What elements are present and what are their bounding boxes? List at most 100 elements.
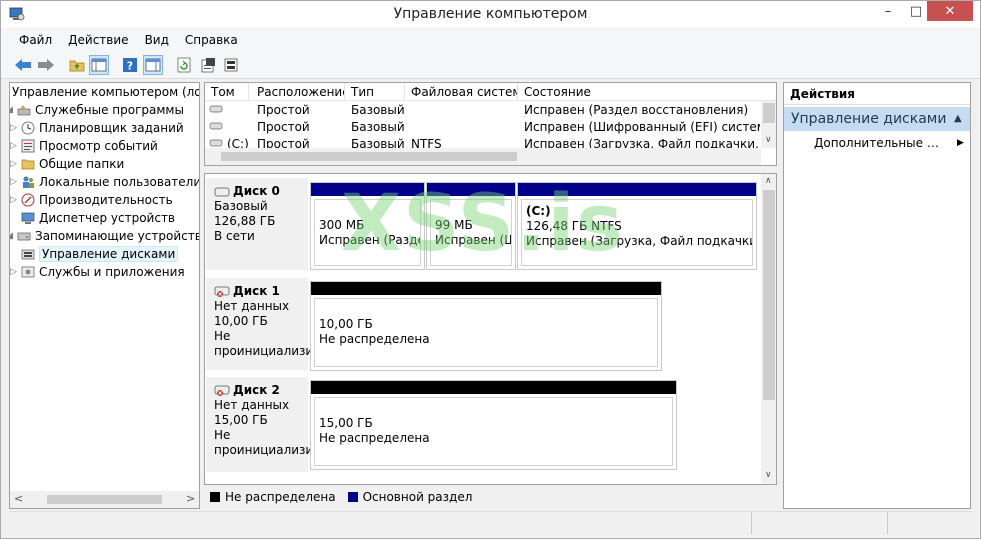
tree-horizontal-scrollbar[interactable]: < >	[10, 491, 199, 508]
uninitialized-disk-icon	[214, 385, 230, 396]
volume-list-horizontal-scrollbar[interactable]	[205, 148, 761, 165]
tree-item-shared-folders[interactable]: ▷ Общие папки	[10, 155, 124, 173]
partition-status: Не распределена	[319, 332, 430, 346]
properties-icon[interactable]	[198, 55, 218, 75]
menu-file[interactable]: Файл	[11, 33, 60, 47]
help-icon[interactable]: ?	[120, 55, 140, 75]
unallocated-partition[interactable]: 10,00 ГБ Не распределена	[310, 281, 662, 371]
actions-group-disk-management[interactable]: Управление дисками ▲	[784, 107, 970, 131]
disk-management-icon	[20, 246, 36, 262]
expand-arrow-icon[interactable]: ▷	[10, 141, 20, 151]
disk-name: Диск 2	[214, 383, 300, 398]
expand-arrow-icon[interactable]: ▷	[10, 267, 20, 277]
more-actions-label: Дополнительные действия	[814, 136, 942, 150]
volume-row[interactable]: Простой Базовый Исправен (Раздел восстан…	[205, 102, 776, 119]
tools-icon	[16, 102, 32, 118]
show-hide-action-pane-icon[interactable]	[143, 55, 163, 75]
disk-0-label[interactable]: Диск 0 Базовый 126,88 ГБ В сети	[206, 178, 308, 270]
collapse-arrow-icon[interactable]: ◢	[10, 231, 16, 241]
computer-management-window: Управление компьютером – □ ✕ Файл Действ…	[0, 0, 981, 539]
scroll-thumb[interactable]	[763, 103, 775, 123]
storage-icon	[16, 228, 32, 244]
disk-2-label[interactable]: Диск 2 Нет данных 15,00 ГБ Не проинициал…	[206, 377, 351, 472]
minimize-button[interactable]: –	[874, 1, 902, 21]
disk-icon	[214, 187, 230, 196]
volume-list-vertical-scrollbar[interactable]: ∨	[761, 101, 776, 148]
menu-view[interactable]: Вид	[137, 33, 177, 47]
tree-item-disk-management[interactable]: Управление дисками	[20, 245, 179, 263]
svg-text:?: ?	[127, 60, 133, 73]
expand-arrow-icon[interactable]: ▷	[10, 159, 20, 169]
tree-item-performance[interactable]: ▷ Производительность	[10, 191, 173, 209]
volume-status: Исправен (Раздел восстановления)	[524, 103, 749, 117]
tree-item-services[interactable]: ▷ Службы и приложения	[10, 263, 185, 281]
back-icon[interactable]	[13, 55, 33, 75]
scroll-thumb[interactable]	[221, 152, 517, 161]
scroll-left-icon[interactable]: <	[14, 492, 23, 505]
scroll-right-icon[interactable]: >	[186, 492, 195, 505]
menu-action[interactable]: Действие	[60, 33, 136, 47]
show-hide-console-tree-icon[interactable]	[89, 55, 109, 75]
maximize-button[interactable]: □	[902, 1, 930, 21]
forward-icon[interactable]	[36, 55, 56, 75]
column-header-type[interactable]: Тип	[345, 83, 405, 101]
partition-info: 10,00 ГБ Не распределена	[314, 298, 658, 367]
volume-type: Базовый	[351, 137, 405, 148]
disk-kind: Нет данных	[214, 299, 290, 313]
more-actions-item[interactable]: Дополнительные действия ▶	[814, 134, 964, 152]
scroll-thumb[interactable]	[763, 190, 775, 400]
scroll-thumb[interactable]	[47, 495, 162, 504]
collapse-arrow-icon[interactable]: ◢	[10, 105, 16, 115]
tree-item-event-viewer[interactable]: ▷ Просмотр событий	[10, 137, 158, 155]
volume-layout: Простой	[257, 120, 310, 134]
tree-root[interactable]: Управление компьютером (локальным)	[12, 83, 199, 101]
collapse-up-icon[interactable]: ▲	[954, 107, 962, 131]
volume-type: Базовый	[351, 120, 405, 134]
watermark-text: XSS.is	[341, 179, 625, 269]
disk-kind: Базовый	[214, 199, 268, 213]
scroll-up-icon[interactable]: ∧	[765, 176, 772, 186]
disk-name-text: Диск 0	[233, 184, 280, 198]
disk-1-label[interactable]: Диск 1 Нет данных 10,00 ГБ Не проинициал…	[206, 278, 350, 370]
tree-item-storage[interactable]: ◢ Запоминающие устройства	[10, 227, 200, 245]
tree-item-device-manager[interactable]: Диспетчер устройств	[20, 209, 175, 227]
unallocated-partition[interactable]: 15,00 ГБ Не распределена	[310, 380, 677, 470]
menu-help[interactable]: Справка	[177, 33, 246, 47]
scroll-down-icon[interactable]: ∨	[765, 135, 772, 145]
disk-kind: Нет данных	[214, 398, 290, 412]
tree-item-task-scheduler[interactable]: ▷ Планировщик заданий	[10, 119, 184, 137]
performance-icon	[20, 192, 36, 208]
column-header-filesystem[interactable]: Файловая система	[405, 83, 518, 101]
tree-item-local-users[interactable]: ▷ Локальные пользователи и группы	[10, 173, 199, 191]
disk-state: Не проинициализирован	[214, 428, 351, 457]
volume-row[interactable]: (C:) Простой Базовый NTFS Исправен (Загр…	[205, 136, 776, 148]
disk-management-toolbar-icon[interactable]	[221, 55, 241, 75]
event-viewer-icon	[20, 138, 36, 154]
tree-item-label: Службы и приложения	[39, 265, 185, 279]
console-tree: Управление компьютером (локальным) ◢ Слу…	[9, 82, 200, 509]
scroll-down-icon[interactable]: ∨	[765, 470, 772, 480]
menu-bar: Файл Действие Вид Справка	[1, 29, 980, 51]
tree-item-system-tools[interactable]: ◢ Служебные программы	[10, 101, 184, 119]
volume-row[interactable]: Простой Базовый Исправен (Шифрованный (E…	[205, 119, 776, 136]
toolbar: ?	[1, 51, 980, 79]
volume-type: Базовый	[351, 103, 405, 117]
expand-arrow-icon[interactable]: ▷	[10, 177, 20, 187]
status-divider	[887, 512, 888, 534]
legend-primary: Основной раздел	[362, 490, 473, 504]
window-title: Управление компьютером	[393, 6, 588, 22]
status-divider	[751, 512, 752, 534]
expand-arrow-icon[interactable]: ▷	[10, 123, 20, 133]
column-header-volume[interactable]: Том	[205, 83, 249, 101]
disk-view-vertical-scrollbar[interactable]: ∧ ∨	[761, 174, 776, 484]
tree-item-label: Запоминающие устройства	[35, 229, 200, 243]
volume-fs: NTFS	[411, 137, 442, 148]
up-folder-icon[interactable]	[67, 55, 87, 75]
disk-size: 126,88 ГБ	[214, 214, 276, 228]
expand-arrow-icon[interactable]: ▷	[10, 195, 20, 205]
column-header-layout[interactable]: Расположение	[251, 83, 345, 101]
column-header-status[interactable]: Состояние	[518, 83, 776, 101]
refresh-icon[interactable]	[174, 55, 194, 75]
close-button[interactable]: ✕	[927, 1, 973, 21]
volume-list-header: Том Расположение Тип Файловая система Со…	[205, 83, 776, 101]
